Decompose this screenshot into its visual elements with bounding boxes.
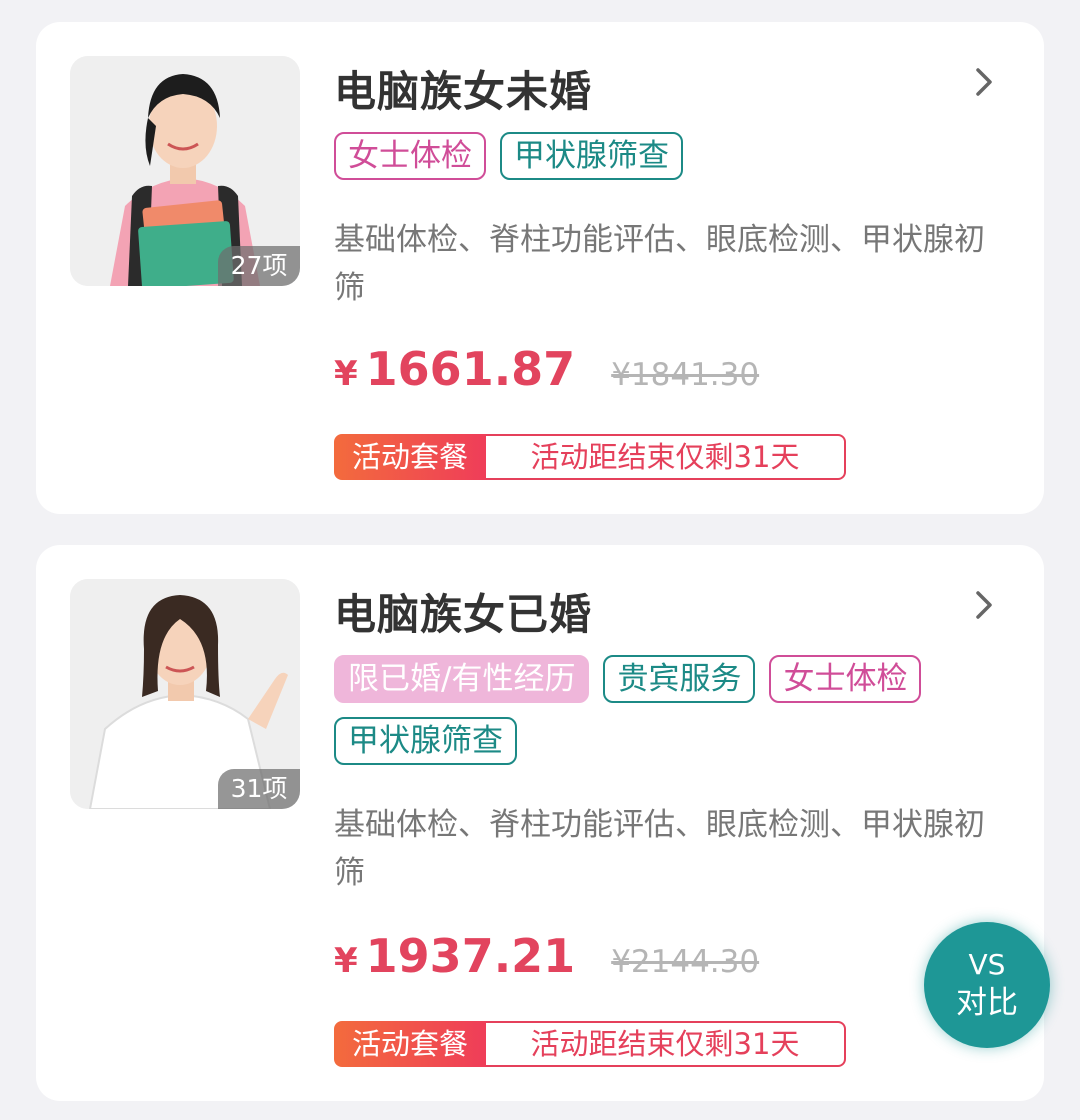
- tag-married-only: 限已婚/有性经历: [334, 655, 590, 703]
- tag-list: 女士体检 甲状腺筛查: [334, 132, 994, 180]
- promo-countdown: 活动距结束仅剩31天: [486, 1021, 846, 1067]
- package-description: 基础体检、脊柱功能评估、眼底检测、甲状腺初筛: [334, 222, 985, 306]
- original-price: ¥1841.30: [611, 357, 760, 393]
- tag-list: 限已婚/有性经历 贵宾服务 女士体检 甲状腺筛查: [334, 655, 994, 765]
- promo-banner: 活动套餐 活动距结束仅剩31天: [334, 434, 846, 480]
- compare-label: 对比: [956, 985, 1018, 1021]
- tag-thyroid-screening: 甲状腺筛查: [334, 717, 517, 765]
- promo-label: 活动套餐: [334, 434, 486, 480]
- tag-womens-checkup: 女士体检: [334, 132, 486, 180]
- package-card[interactable]: 27项 电脑族女未婚 女士体检 甲状腺筛查 基础体检、脊柱功能评估、眼底检测、甲…: [36, 22, 1044, 514]
- item-count-badge: 27项: [218, 246, 300, 286]
- promo-banner: 活动套餐 活动距结束仅剩31天: [334, 1021, 846, 1067]
- tag-thyroid-screening: 甲状腺筛查: [500, 132, 683, 180]
- package-thumbnail[interactable]: 31项: [70, 579, 300, 809]
- promo-countdown: 活动距结束仅剩31天: [486, 434, 846, 480]
- compare-vs-label: VS: [968, 948, 1006, 981]
- chevron-right-icon[interactable]: [972, 66, 996, 98]
- package-thumbnail[interactable]: 27项: [70, 56, 300, 286]
- package-list: 27项 电脑族女未婚 女士体检 甲状腺筛查 基础体检、脊柱功能评估、眼底检测、甲…: [0, 0, 1080, 1120]
- package-title[interactable]: 电脑族女已婚: [334, 581, 592, 642]
- sale-price: 1661.87: [365, 342, 576, 396]
- price-row: ¥ 1661.87 ¥1841.30: [334, 342, 759, 396]
- compare-button[interactable]: VS 对比: [924, 922, 1050, 1048]
- package-title[interactable]: 电脑族女未婚: [334, 58, 592, 119]
- tag-vip-service: 贵宾服务: [603, 655, 756, 703]
- item-count-badge: 31项: [218, 769, 300, 809]
- promo-label: 活动套餐: [334, 1021, 486, 1067]
- price-row: ¥ 1937.21 ¥2144.30: [334, 929, 759, 983]
- currency-symbol: ¥: [334, 354, 358, 394]
- currency-symbol: ¥: [334, 941, 358, 981]
- tag-womens-checkup: 女士体检: [769, 655, 922, 703]
- sale-price: 1937.21: [365, 929, 576, 983]
- package-description: 基础体检、脊柱功能评估、眼底检测、甲状腺初筛: [334, 807, 985, 891]
- original-price: ¥2144.30: [611, 944, 760, 980]
- chevron-right-icon[interactable]: [972, 589, 996, 621]
- package-card[interactable]: 31项 电脑族女已婚 限已婚/有性经历 贵宾服务 女士体检 甲状腺筛查 基础体检…: [36, 545, 1044, 1101]
